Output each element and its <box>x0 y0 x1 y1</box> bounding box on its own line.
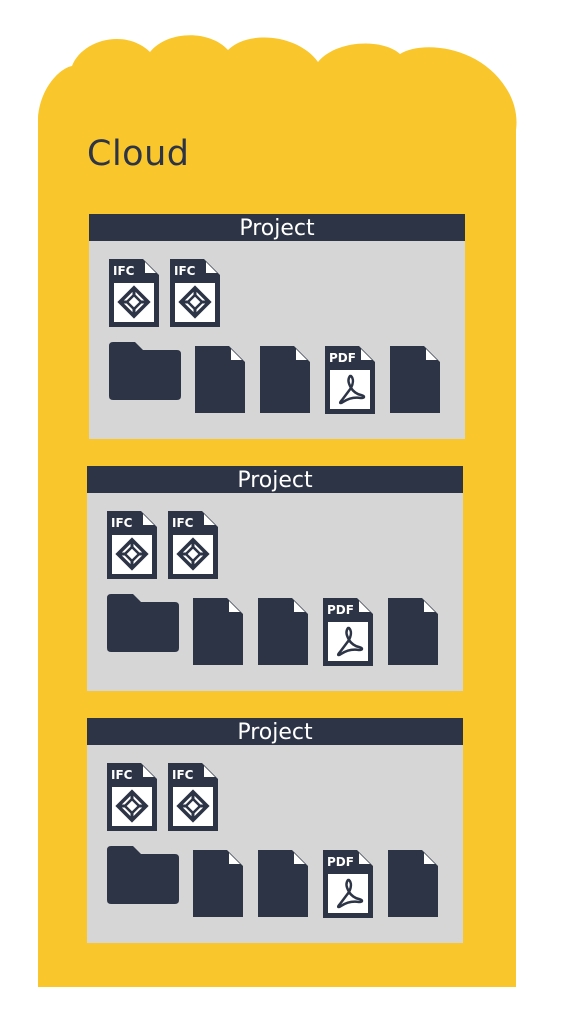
project-panel: Project IFC IFC PDF <box>87 466 463 691</box>
pdf-file-icon: PDF <box>325 346 375 414</box>
svg-text:PDF: PDF <box>329 351 356 365</box>
project-title: Project <box>87 466 463 493</box>
ifc-file-icon: IFC <box>107 511 157 579</box>
pdf-file-icon: PDF <box>323 850 373 918</box>
ifc-file-icon: IFC <box>109 259 159 327</box>
file-icon <box>260 346 310 413</box>
svg-text:IFC: IFC <box>111 516 133 530</box>
file-icon <box>390 346 440 413</box>
folder-icon <box>107 594 179 652</box>
cloud-title: Cloud <box>87 134 190 174</box>
svg-text:IFC: IFC <box>172 516 194 530</box>
svg-text:IFC: IFC <box>172 768 194 782</box>
file-icon <box>388 850 438 917</box>
folder-icon <box>109 342 181 400</box>
svg-text:PDF: PDF <box>327 603 354 617</box>
folder-icon <box>107 846 179 904</box>
ifc-file-icon: IFC <box>170 259 220 327</box>
project-title: Project <box>89 214 465 241</box>
ifc-file-icon: IFC <box>107 763 157 831</box>
project-panel: Project IFC IFC PDF <box>87 718 463 943</box>
ifc-file-icon: IFC <box>168 763 218 831</box>
svg-text:IFC: IFC <box>174 264 196 278</box>
svg-text:IFC: IFC <box>113 264 135 278</box>
file-icon <box>193 598 243 665</box>
project-panel: Project IFC IFC PDF <box>89 214 465 439</box>
file-icon <box>258 850 308 917</box>
project-title: Project <box>87 718 463 745</box>
svg-text:PDF: PDF <box>327 855 354 869</box>
svg-text:IFC: IFC <box>111 768 133 782</box>
pdf-file-icon: PDF <box>323 598 373 666</box>
ifc-file-icon: IFC <box>168 511 218 579</box>
file-icon <box>195 346 245 413</box>
file-icon <box>258 598 308 665</box>
file-icon <box>193 850 243 917</box>
file-icon <box>388 598 438 665</box>
